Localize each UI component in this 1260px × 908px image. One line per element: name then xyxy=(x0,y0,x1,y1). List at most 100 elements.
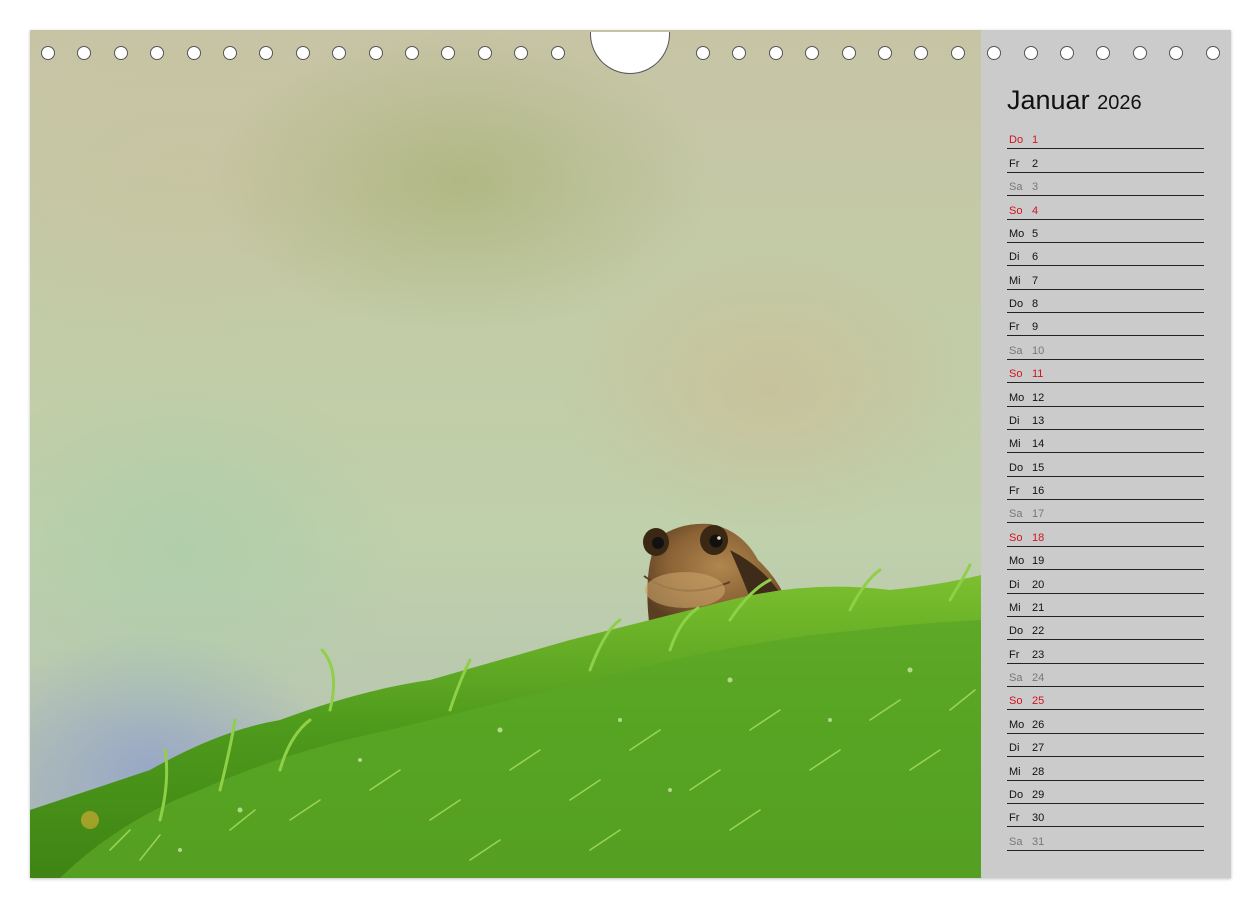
moss xyxy=(30,563,981,878)
day-number: 22 xyxy=(1032,625,1045,638)
weekday-label: So xyxy=(1009,368,1023,381)
weekday-label: Mo xyxy=(1009,555,1025,568)
day-row: Do 1 xyxy=(1007,127,1204,150)
day-number: 15 xyxy=(1032,461,1045,474)
day-number: 30 xyxy=(1032,812,1045,825)
day-number: 16 xyxy=(1032,485,1045,498)
day-number: 13 xyxy=(1032,414,1045,427)
day-row: Di 13 xyxy=(1007,408,1204,430)
calendar-panel: Januar 2026 Do 1 Fr 2 Sa 3 So 4 Mo 5 Di 6 Mi 7 Do 8 Fr 9 S… xyxy=(981,30,1231,878)
weekday-label: So xyxy=(1009,531,1023,544)
weekday-label: Fr xyxy=(1009,157,1020,170)
weekday-label: Mi xyxy=(1009,601,1021,614)
day-row: Mi 21 xyxy=(1007,595,1204,617)
weekday-label: Mi xyxy=(1009,274,1021,287)
day-row: So 25 xyxy=(1007,688,1204,711)
weekday-label: Mi xyxy=(1009,765,1021,778)
month-name: Januar xyxy=(1007,85,1090,115)
day-row: Do 29 xyxy=(1007,782,1204,804)
day-number: 1 xyxy=(1032,134,1039,147)
day-number: 19 xyxy=(1032,555,1045,568)
day-row: Do 8 xyxy=(1007,291,1204,314)
day-row: Mi 28 xyxy=(1007,758,1204,781)
day-row: Sa 24 xyxy=(1007,665,1204,688)
day-row: Mo 26 xyxy=(1007,711,1204,734)
weekday-label: Mo xyxy=(1009,227,1025,240)
photo-illustration xyxy=(30,523,981,878)
day-number: 31 xyxy=(1032,835,1045,848)
day-number: 14 xyxy=(1032,438,1045,451)
day-row: Sa 10 xyxy=(1007,337,1204,360)
day-row: Sa 31 xyxy=(1007,828,1204,851)
day-number: 26 xyxy=(1032,718,1045,731)
weekday-label: Fr xyxy=(1009,485,1020,498)
day-row: Fr 2 xyxy=(1007,150,1204,173)
day-row: Fr 16 xyxy=(1007,478,1204,501)
day-row: Mi 7 xyxy=(1007,267,1204,290)
day-number: 11 xyxy=(1032,368,1044,381)
weekday-label: Fr xyxy=(1009,321,1020,334)
weekday-label: Do xyxy=(1009,298,1024,311)
weekday-label: Di xyxy=(1009,251,1020,264)
day-number: 24 xyxy=(1032,672,1045,685)
day-number: 9 xyxy=(1032,321,1039,334)
day-number: 28 xyxy=(1032,765,1045,778)
day-number: 23 xyxy=(1032,648,1045,661)
day-row: Do 15 xyxy=(1007,454,1204,477)
day-row: Sa 17 xyxy=(1007,501,1204,524)
weekday-label: So xyxy=(1009,204,1023,217)
day-row: Di 6 xyxy=(1007,244,1204,267)
weekday-label: Fr xyxy=(1009,648,1020,661)
day-row: Fr 23 xyxy=(1007,641,1204,664)
day-number: 25 xyxy=(1032,695,1045,708)
weekday-label: Di xyxy=(1009,578,1020,591)
weekday-label: Do xyxy=(1009,461,1024,474)
month-title: Januar 2026 xyxy=(1007,85,1142,116)
day-row: Mo 5 xyxy=(1007,221,1204,243)
day-number: 5 xyxy=(1032,227,1039,240)
day-number: 20 xyxy=(1032,578,1045,591)
day-row: So 4 xyxy=(1007,197,1204,220)
day-number: 4 xyxy=(1032,204,1039,217)
day-number: 6 xyxy=(1032,251,1039,264)
day-number: 17 xyxy=(1032,508,1045,521)
weekday-label: Do xyxy=(1009,788,1024,801)
weekday-label: Mo xyxy=(1009,391,1025,404)
day-row: Mo 19 xyxy=(1007,548,1204,571)
frog-on-moss-photo xyxy=(30,30,981,878)
day-row: Sa 3 xyxy=(1007,174,1204,197)
year: 2026 xyxy=(1097,92,1142,114)
day-row: Fr 9 xyxy=(1007,314,1204,337)
day-row: So 11 xyxy=(1007,361,1204,384)
weekday-label: Fr xyxy=(1009,812,1020,825)
day-number: 27 xyxy=(1032,742,1045,755)
day-row: Mo 12 xyxy=(1007,384,1204,407)
weekday-label: Mi xyxy=(1009,438,1021,451)
weekday-label: Di xyxy=(1009,742,1020,755)
weekday-label: Mo xyxy=(1009,718,1025,731)
day-row: Fr 30 xyxy=(1007,805,1204,828)
weekday-label: Do xyxy=(1009,625,1024,638)
day-number: 7 xyxy=(1032,274,1039,287)
day-number: 10 xyxy=(1032,344,1045,357)
day-row: Di 20 xyxy=(1007,571,1204,594)
day-number: 8 xyxy=(1032,298,1039,311)
day-row: So 18 xyxy=(1007,524,1204,547)
weekday-label: Sa xyxy=(1009,181,1023,194)
weekday-label: Sa xyxy=(1009,835,1023,848)
day-list: Do 1 Fr 2 Sa 3 So 4 Mo 5 Di 6 Mi 7 Do 8 Fr 9 Sa 10 So 11 Mo 12 D… xyxy=(1007,127,1204,852)
weekday-label: Di xyxy=(1009,414,1020,427)
day-number: 3 xyxy=(1032,181,1039,194)
weekday-label: So xyxy=(1009,695,1023,708)
day-row: Do 22 xyxy=(1007,618,1204,641)
day-number: 29 xyxy=(1032,788,1045,801)
calendar-page: Januar 2026 Do 1 Fr 2 Sa 3 So 4 Mo 5 Di 6 Mi 7 Do 8 Fr 9 S… xyxy=(30,30,1231,878)
day-number: 18 xyxy=(1032,531,1045,544)
weekday-label: Sa xyxy=(1009,672,1023,685)
day-row: Di 27 xyxy=(1007,735,1204,758)
day-number: 2 xyxy=(1032,157,1039,170)
day-number: 12 xyxy=(1032,391,1045,404)
weekday-label: Do xyxy=(1009,134,1024,147)
day-number: 21 xyxy=(1032,601,1045,614)
weekday-label: Sa xyxy=(1009,344,1023,357)
